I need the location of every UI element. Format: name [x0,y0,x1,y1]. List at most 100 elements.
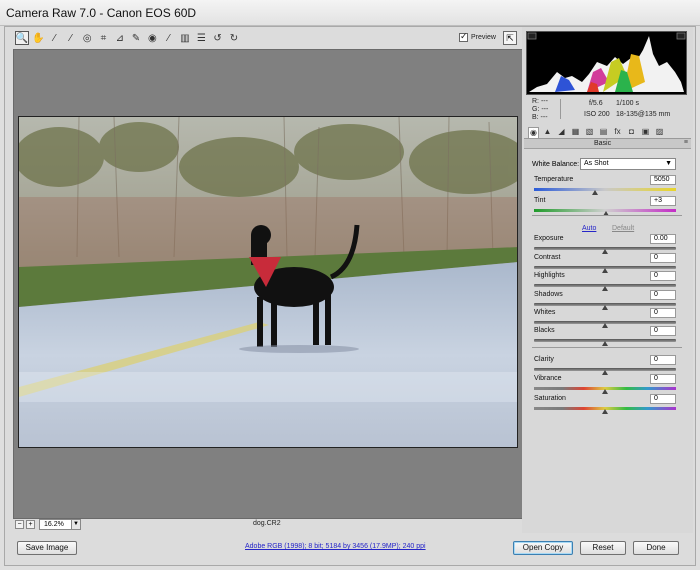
white-balance-tool-icon[interactable]: ⁄ [48,31,62,45]
saturation-slider-thumb[interactable] [602,409,608,414]
panel-tab-7-icon[interactable]: fx [612,127,623,138]
clarity-value-field[interactable]: 0 [650,355,676,365]
save-image-button[interactable]: Save Image [17,541,77,555]
adjustment-brush-tool-icon[interactable]: ⁄ [162,31,176,45]
window-title: Camera Raw 7.0 - Canon EOS 60D [6,6,197,20]
whites-label: Whites [534,309,556,316]
chevron-down-icon: ▼ [665,160,672,167]
shadows-label: Shadows [534,291,563,298]
b-value: B: --- [532,114,548,121]
straighten-tool-icon[interactable]: ⊿ [113,31,127,45]
dog-photo [19,117,517,447]
exposure-slider-thumb[interactable] [602,249,608,254]
spot-removal-tool-icon[interactable]: ✎ [129,31,143,45]
preview-checkbox[interactable] [459,31,468,42]
tint-label: Tint [534,197,546,204]
filename: dog.CR2 [253,520,281,527]
temperature-slider-track[interactable] [534,188,676,191]
panel-tab-4-icon[interactable]: ▦ [570,127,581,138]
adjustment-panel: R: --- G: --- B: --- f/5.6 1/100 s ISO 2… [522,27,693,533]
g-value: G: --- [532,106,549,113]
lens-info: 18-135@135 mm [616,111,671,118]
vibrance-value-field[interactable]: 0 [650,374,676,384]
preferences-tool-icon[interactable]: ☰ [194,31,208,45]
vibrance-slider-thumb[interactable] [602,389,608,394]
exposure-label: Exposure [534,235,564,242]
panel-menu-icon[interactable]: ≡ [684,139,688,146]
contrast-label: Contrast [534,254,561,261]
rgb-readout: R: --- G: --- B: --- [532,98,548,122]
readout-divider [560,99,561,119]
temperature-slider-thumb[interactable] [592,190,599,195]
panel-tab-5-icon[interactable]: ▧ [584,127,595,138]
hand-tool-icon[interactable]: ✋ [31,31,45,45]
status-bar: − + 16.2% ▼ dog.CR2 [13,519,523,531]
image-canvas[interactable] [13,49,523,519]
blacks-label: Blacks [534,327,555,334]
panel-tab-9-icon[interactable]: ▣ [640,127,651,138]
red-eye-removal-tool-icon[interactable]: ◉ [145,31,159,45]
exposure-value-field[interactable]: 0.00 [650,234,676,244]
shadows-value-field[interactable]: 0 [650,290,676,300]
saturation-label: Saturation [534,395,566,402]
shadows-slider-thumb[interactable] [602,305,608,310]
photo-preview [18,116,518,448]
panel-tab-1-icon[interactable]: ◉ [528,127,539,138]
crop-tool-icon[interactable]: ⌗ [97,31,111,45]
default-link[interactable]: Default [612,225,634,232]
toolbar: Preview ⇱ 🔍✋⁄⁄◎⌗⊿✎◉⁄▥☰↺↻ [13,29,520,49]
panel-tab-10-icon[interactable]: ▨ [654,127,665,138]
white-balance-value: As Shot [584,160,609,167]
panel-tab-8-icon[interactable]: ◘ [626,127,637,138]
histogram [526,31,687,95]
panel-header: Basic ≡ [524,139,691,149]
contrast-value-field[interactable]: 0 [650,253,676,263]
highlights-value-field[interactable]: 0 [650,271,676,281]
done-button[interactable]: Done [633,541,679,555]
fullscreen-icon[interactable]: ⇱ [503,31,517,45]
readout: R: --- G: --- B: --- f/5.6 1/100 s ISO 2… [526,97,687,123]
color-sampler-tool-icon[interactable]: ⁄ [64,31,78,45]
tint-value-field[interactable]: +3 [650,196,676,206]
camera-raw-dialog: Preview ⇱ 🔍✋⁄⁄◎⌗⊿✎◉⁄▥☰↺↻ [4,26,696,566]
whites-value-field[interactable]: 0 [650,308,676,318]
preview-toggle[interactable]: Preview [459,31,496,42]
open-copy-button[interactable]: Open Copy [513,541,573,555]
reset-button[interactable]: Reset [580,541,626,555]
workflow-options-link[interactable]: Adobe RGB (1998); 8 bit; 5184 by 3456 (1… [245,543,426,550]
zoom-out-button[interactable]: − [15,520,24,529]
blacks-value-field[interactable]: 0 [650,326,676,336]
zoom-in-button[interactable]: + [26,520,35,529]
panel-tab-3-icon[interactable]: ◢ [556,127,567,138]
panel-tab-6-icon[interactable]: ▤ [598,127,609,138]
panel-divider [532,347,682,348]
r-value: R: --- [532,98,548,105]
panel-divider [532,215,682,216]
panel-title: Basic [594,140,612,147]
aperture: f/5.6 [589,100,603,107]
white-balance-select[interactable]: As Shot ▼ [580,158,676,170]
white-balance-label: White Balance: [532,161,580,168]
targeted-adjustment-tool-icon[interactable]: ◎ [80,31,94,45]
whites-slider-thumb[interactable] [602,323,608,328]
auto-link[interactable]: Auto [582,225,596,232]
histogram-graph [527,32,686,92]
title-bar: Camera Raw 7.0 - Canon EOS 60D [0,0,700,26]
rotate-left-tool-icon[interactable]: ↺ [211,31,225,45]
shutter-speed: 1/100 s [616,100,639,107]
panel-tab-2-icon[interactable]: ▲ [542,127,553,138]
vibrance-label: Vibrance [534,375,562,382]
preview-label: Preview [471,34,496,41]
rotate-right-tool-icon[interactable]: ↻ [227,31,241,45]
temperature-label: Temperature [534,176,574,183]
zoom-dropdown-icon[interactable]: ▼ [71,519,81,530]
clarity-slider-thumb[interactable] [602,370,608,375]
zoom-tool-icon[interactable]: 🔍 [15,31,29,45]
blacks-slider-thumb[interactable] [602,341,608,346]
graduated-filter-tool-icon[interactable]: ▥ [178,31,192,45]
contrast-slider-thumb[interactable] [602,268,608,273]
highlights-slider-thumb[interactable] [602,286,608,291]
clarity-label: Clarity [534,356,554,363]
saturation-value-field[interactable]: 0 [650,394,676,404]
temperature-value-field[interactable]: 5050 [650,175,676,185]
